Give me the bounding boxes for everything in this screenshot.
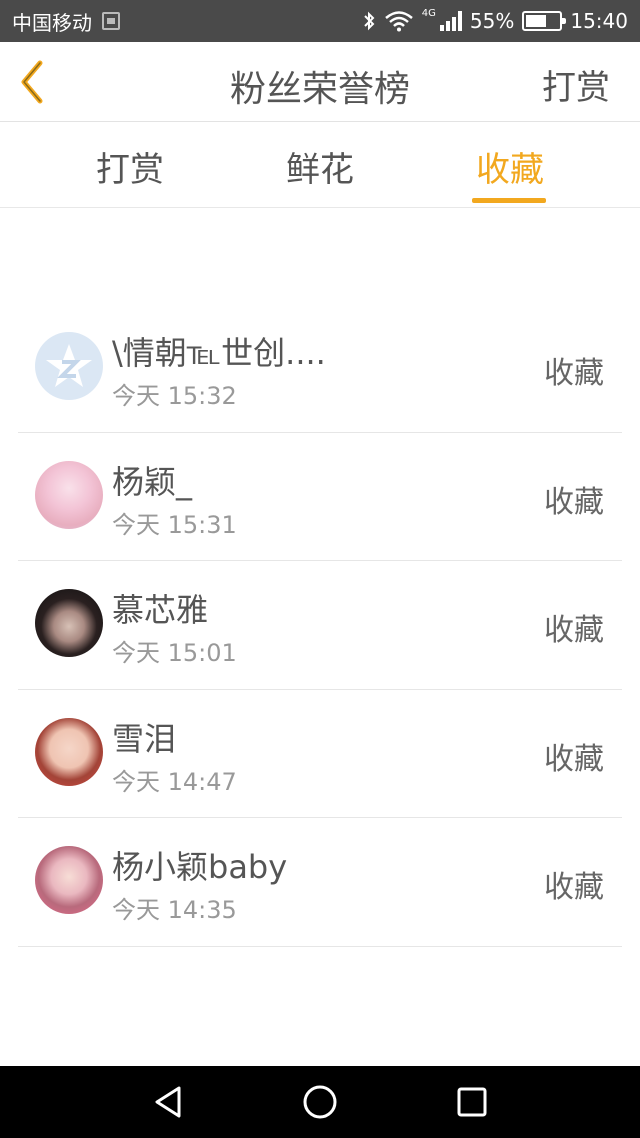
action-label: 收藏 [544,870,604,905]
wifi-icon [384,10,414,32]
fans-list: \情朝℡世创.... 今天 15:32 收藏 杨颖_ 今天 15:31 收藏 慕… [18,304,622,947]
tab-bar: 打赏 鲜花 收藏 [0,122,640,208]
circle-home-icon [303,1085,337,1119]
nav-recents-button[interactable] [452,1082,492,1122]
bluetooth-icon [362,10,376,32]
timestamp: 今天 15:31 [112,510,237,539]
user-name: \情朝℡世创.... [112,334,326,372]
header: 粉丝荣誉榜 打赏 [0,42,640,122]
action-label: 收藏 [544,356,604,391]
timestamp: 今天 15:01 [112,639,237,667]
signal-icon [439,11,462,31]
tab-flowers[interactable]: 鲜花 [260,142,380,191]
tab-reward[interactable]: 打赏 [70,142,190,191]
list-item[interactable]: 雪泪 今天 14:47 收藏 [18,690,622,818]
battery-icon [522,11,567,31]
user-name: 慕芯雅 [112,591,209,629]
avatar [35,589,103,657]
avatar [35,332,103,400]
list-item[interactable]: \情朝℡世创.... 今天 15:32 收藏 [18,304,622,433]
reward-action-button[interactable]: 打赏 [542,60,610,109]
timestamp: 今天 14:35 [112,896,237,924]
avatar [35,717,103,786]
carrier-label: 中国移动 [12,10,92,35]
action-label: 收藏 [544,741,604,777]
triangle-back-icon [155,1086,181,1118]
navigation-bar [0,1066,640,1138]
gallery-notification-icon [102,12,120,30]
user-name: 杨小颖baby [112,848,288,886]
avatar [35,846,103,914]
action-label: 收藏 [544,613,604,648]
timestamp: 今天 15:32 [112,382,237,410]
list-item[interactable]: 杨颖_ 今天 15:31 收藏 [18,433,622,561]
timestamp: 今天 14:47 [112,767,237,796]
tab-favorites[interactable]: 收藏 [450,142,570,191]
avatar [35,460,103,529]
user-name: 杨颖_ [112,462,193,501]
action-label: 收藏 [544,484,604,520]
clock: 15:40 [570,9,628,33]
network-type-label: 4G [421,7,436,19]
status-bar: 中国移动 4G 55% 15:40 [0,0,640,42]
nav-home-button[interactable] [300,1082,340,1122]
active-tab-indicator [472,198,546,203]
list-item[interactable]: 杨小颖baby 今天 14:35 收藏 [18,818,622,947]
square-recents-icon [457,1087,487,1117]
default-avatar-icon [46,344,92,387]
battery-percent: 55% [469,9,515,33]
user-name: 雪泪 [112,719,177,758]
list-item[interactable]: 慕芯雅 今天 15:01 收藏 [18,561,622,690]
nav-back-button[interactable] [148,1082,188,1122]
